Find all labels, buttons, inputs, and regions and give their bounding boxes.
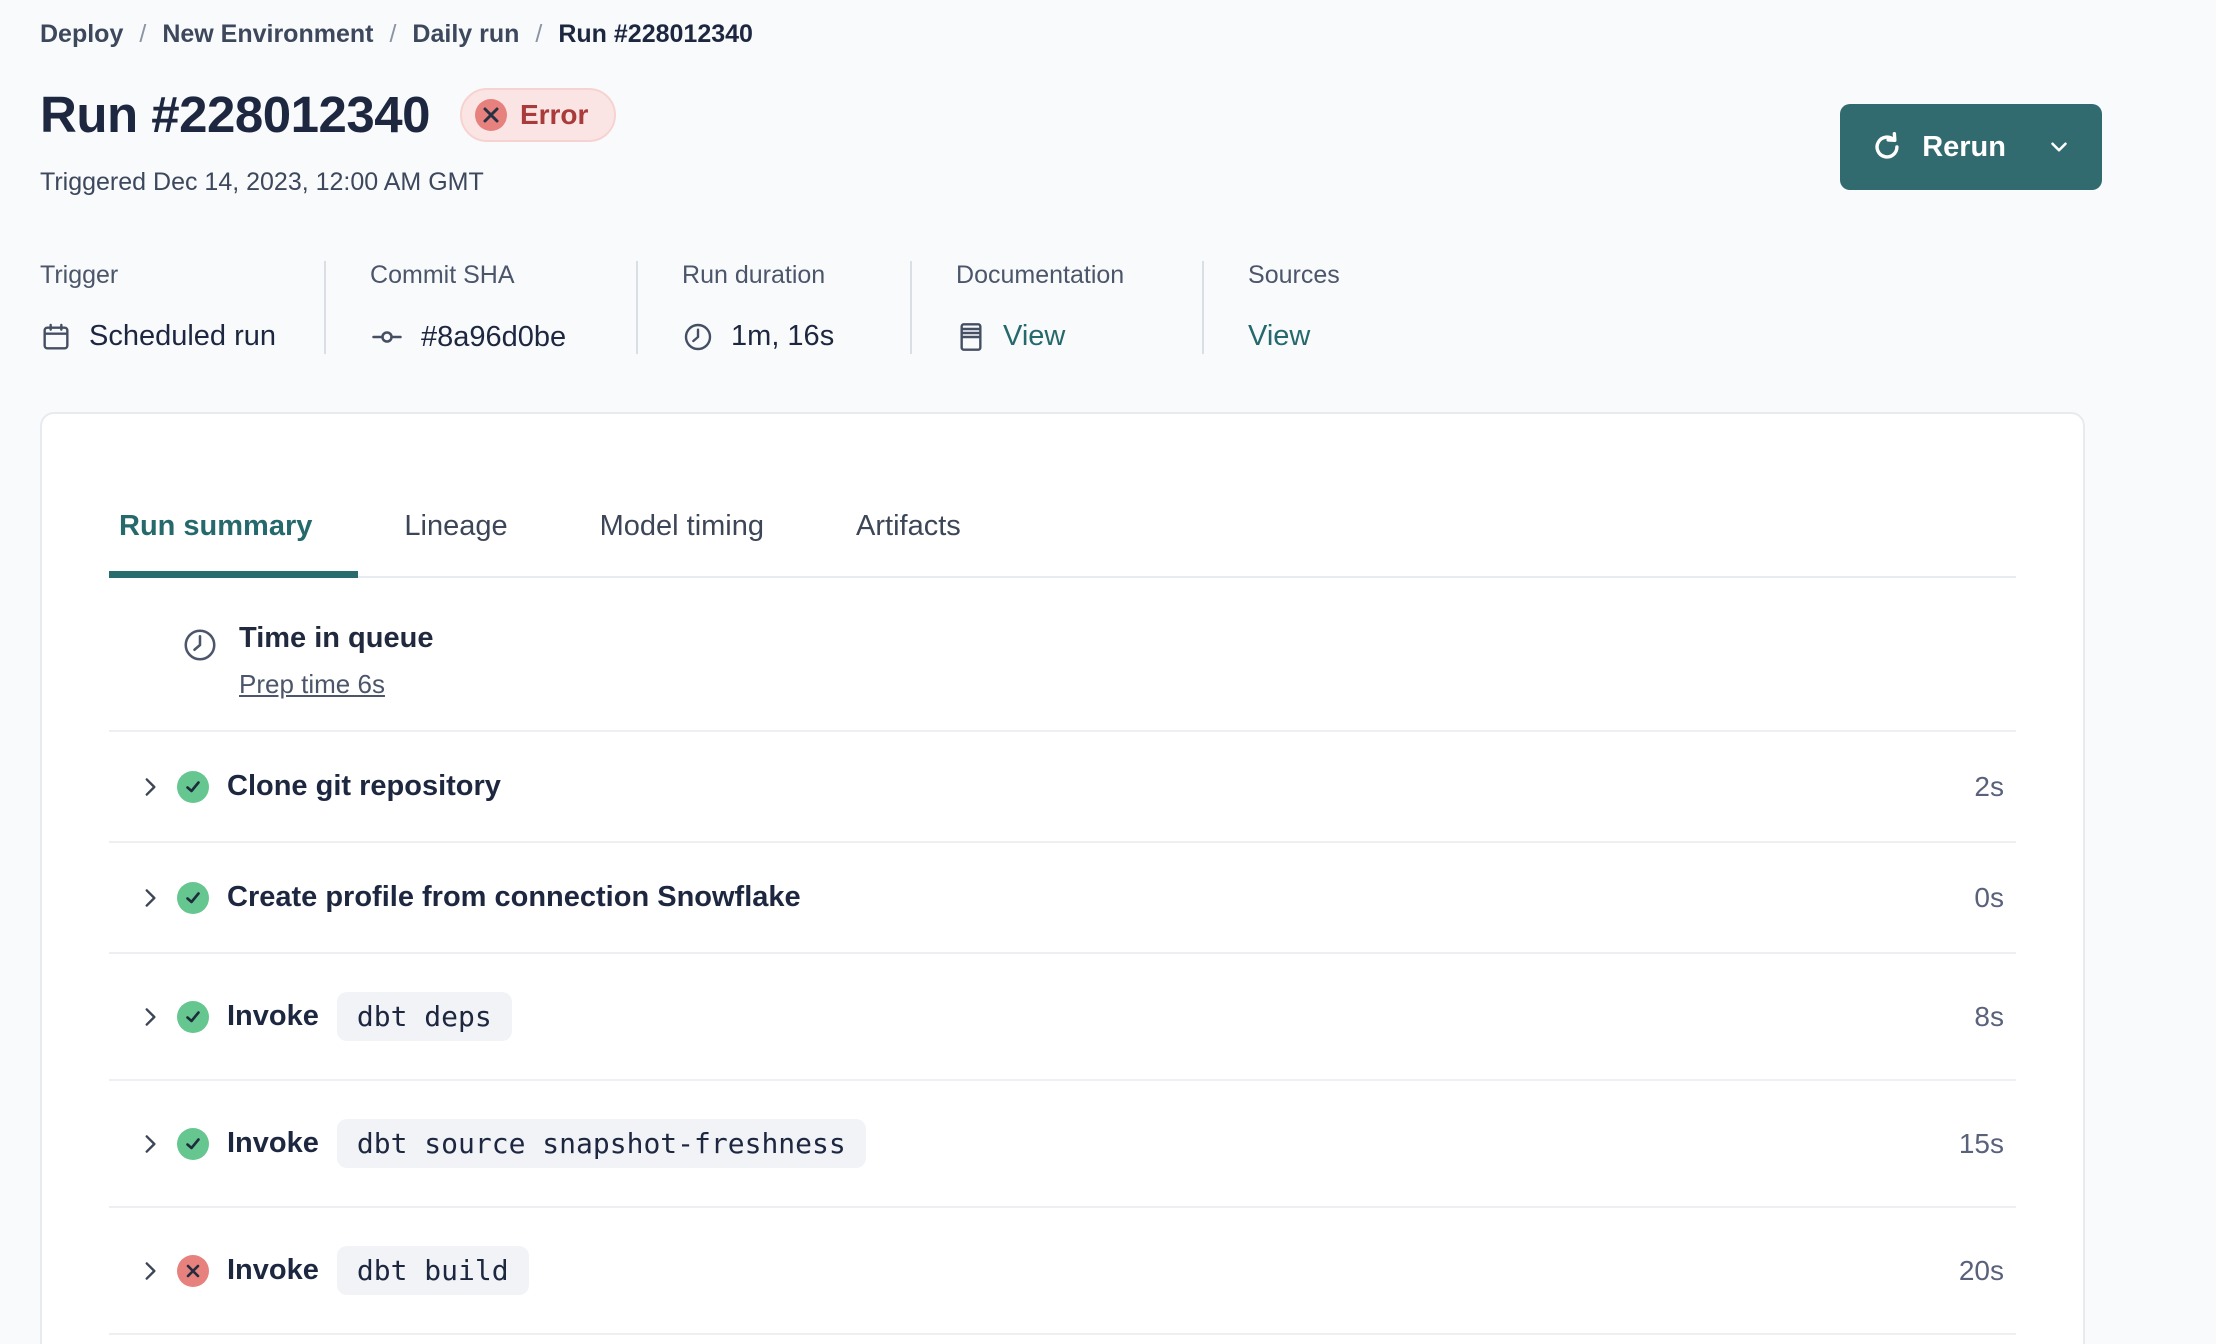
rerun-button-label: Rerun bbox=[1922, 130, 2006, 163]
step-row-dbt-build[interactable]: Invoke dbt build 20s bbox=[109, 1208, 2016, 1335]
step-row-create-profile[interactable]: Create profile from connection Snowflake… bbox=[109, 843, 2016, 954]
chevron-right-icon[interactable] bbox=[137, 1258, 177, 1284]
breadcrumb-current-run: Run #228012340 bbox=[558, 20, 753, 48]
prep-time-link[interactable]: Prep time 6s bbox=[239, 669, 385, 700]
status-badge-label: Error bbox=[519, 98, 589, 130]
breadcrumb-job[interactable]: Daily run bbox=[412, 20, 519, 49]
step-duration: 0s bbox=[1974, 881, 2004, 913]
status-success-icon bbox=[177, 1000, 209, 1033]
meta-commit: Commit SHA #8a96d0be bbox=[370, 261, 639, 354]
tab-artifacts[interactable]: Artifacts bbox=[810, 510, 1007, 578]
clock-icon bbox=[682, 321, 714, 353]
run-summary-card: Run summary Lineage Model timing Artifac… bbox=[40, 412, 2085, 1344]
sources-view-link[interactable]: View bbox=[1248, 320, 1310, 353]
status-success-icon bbox=[177, 881, 209, 914]
status-success-icon bbox=[177, 770, 209, 803]
chevron-right-icon[interactable] bbox=[137, 1131, 177, 1157]
step-row-clone-git[interactable]: Clone git repository 2s bbox=[109, 732, 2016, 843]
documentation-view-link[interactable]: View bbox=[1003, 320, 1065, 353]
tab-run-summary[interactable]: Run summary bbox=[109, 510, 359, 578]
run-tabs: Run summary Lineage Model timing Artifac… bbox=[109, 510, 2016, 578]
meta-duration: Run duration 1m, 16s bbox=[682, 261, 913, 354]
step-command: dbt source snapshot-freshness bbox=[336, 1119, 866, 1168]
step-duration: 15s bbox=[1958, 1127, 2004, 1159]
breadcrumb-environment[interactable]: New Environment bbox=[162, 20, 373, 49]
step-command: dbt build bbox=[336, 1246, 529, 1295]
breadcrumb-separator: / bbox=[535, 20, 543, 48]
step-title: Clone git repository bbox=[227, 770, 501, 802]
meta-trigger-value: Scheduled run bbox=[89, 320, 277, 352]
tab-model-timing[interactable]: Model timing bbox=[554, 510, 810, 578]
step-title: Invoke bbox=[227, 1127, 319, 1159]
chevron-down-icon[interactable] bbox=[2046, 134, 2072, 160]
step-title: Invoke bbox=[227, 1254, 319, 1286]
refresh-icon bbox=[1870, 130, 1904, 164]
clock-icon bbox=[181, 626, 219, 664]
meta-trigger-label: Trigger bbox=[40, 261, 119, 289]
calendar-icon bbox=[40, 321, 72, 353]
chevron-right-icon[interactable] bbox=[137, 885, 177, 911]
chevron-right-icon[interactable] bbox=[137, 1004, 177, 1030]
step-row-dbt-deps[interactable]: Invoke dbt deps 8s bbox=[109, 954, 2016, 1081]
chevron-right-icon[interactable] bbox=[137, 774, 177, 800]
meta-commit-value: #8a96d0be bbox=[421, 320, 567, 353]
step-duration: 20s bbox=[1958, 1254, 2004, 1286]
meta-duration-label: Run duration bbox=[682, 261, 826, 289]
status-badge: Error bbox=[459, 87, 617, 142]
time-in-queue-title: Time in queue bbox=[239, 622, 434, 654]
time-in-queue-section: Time in queue Prep time 6s bbox=[109, 578, 2016, 732]
breadcrumb-separator: / bbox=[139, 20, 147, 48]
status-success-icon bbox=[177, 1127, 209, 1160]
page-title: Run #228012340 bbox=[40, 86, 430, 143]
run-detail-page: Deploy / New Environment / Daily run / R… bbox=[0, 0, 2216, 1344]
meta-documentation: Documentation View bbox=[956, 261, 1205, 354]
meta-sources-label: Sources bbox=[1248, 261, 1340, 289]
breadcrumb-separator: / bbox=[389, 20, 397, 48]
meta-trigger: Trigger Scheduled run bbox=[40, 261, 327, 354]
meta-documentation-label: Documentation bbox=[956, 261, 1125, 289]
rerun-button[interactable]: Rerun bbox=[1840, 104, 2102, 190]
status-error-icon bbox=[177, 1254, 209, 1287]
step-title: Create profile from connection Snowflake bbox=[227, 881, 801, 913]
meta-duration-value: 1m, 16s bbox=[731, 320, 835, 352]
step-row-dbt-source-freshness[interactable]: Invoke dbt source snapshot-freshness 15s bbox=[109, 1081, 2016, 1208]
meta-commit-label: Commit SHA bbox=[370, 261, 515, 289]
run-meta-row: Trigger Scheduled run Commit SHA #8a96d0… bbox=[40, 261, 2216, 354]
step-command: dbt deps bbox=[336, 992, 512, 1041]
step-title: Invoke bbox=[227, 1000, 319, 1032]
meta-sources: Sources View bbox=[1248, 261, 1388, 354]
error-x-icon bbox=[474, 98, 507, 131]
doc-icon bbox=[956, 321, 986, 353]
tab-lineage[interactable]: Lineage bbox=[358, 510, 553, 578]
step-duration: 8s bbox=[1974, 1000, 2004, 1032]
breadcrumb-deploy[interactable]: Deploy bbox=[40, 20, 123, 49]
breadcrumb: Deploy / New Environment / Daily run / R… bbox=[40, 20, 2216, 49]
commit-icon bbox=[370, 320, 404, 354]
step-duration: 2s bbox=[1974, 770, 2004, 802]
